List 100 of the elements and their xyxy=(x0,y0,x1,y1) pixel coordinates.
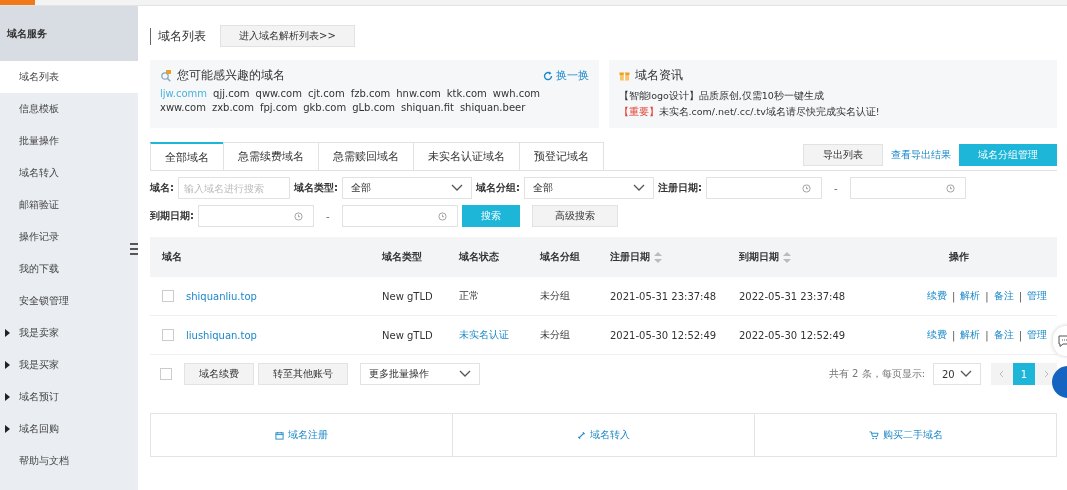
action-link[interactable]: 备注 xyxy=(993,328,1014,342)
batch-button[interactable]: 域名续费 xyxy=(184,363,254,385)
suggested-domain-link[interactable]: ktk.com xyxy=(446,88,487,99)
suggested-domain-link[interactable]: gkb.com xyxy=(303,102,347,113)
action-link[interactable]: 解析 xyxy=(960,328,981,342)
batch-select[interactable]: 更多批量操作 xyxy=(360,363,480,385)
chevron-down-icon xyxy=(459,370,471,378)
link-icon xyxy=(577,430,586,440)
column-header[interactable]: 注册日期 xyxy=(610,250,662,264)
calendar-icon xyxy=(275,430,284,440)
sort-icon xyxy=(654,251,662,263)
clock-icon xyxy=(802,183,811,193)
sidebar-title: 域名服务 xyxy=(0,6,138,61)
column-header[interactable]: 到期日期 xyxy=(739,250,791,264)
action-link[interactable]: 续费 xyxy=(926,328,947,342)
suggested-domain-link[interactable]: shiquan.beer xyxy=(459,102,526,113)
suggested-domain-link[interactable]: hnw.com xyxy=(396,88,441,99)
triangle-right-icon xyxy=(5,361,11,369)
clock-icon xyxy=(437,211,447,221)
clock-icon xyxy=(945,183,955,193)
domain-search-field[interactable]: 输入域名进行搜索 xyxy=(178,177,290,199)
triangle-right-icon xyxy=(5,329,11,337)
suggested-domain-link[interactable]: fzb.com xyxy=(350,88,391,99)
domain-link[interactable]: liushiquan.top xyxy=(186,329,257,341)
table-cell: 2022-05-30 12:52:49 xyxy=(739,329,846,341)
table-cell: New gTLD xyxy=(382,329,433,341)
suggested-domain-link[interactable]: zxb.com xyxy=(211,102,254,113)
date-field[interactable] xyxy=(341,205,458,227)
shortcut-link[interactable]: 域名转入 xyxy=(453,414,755,456)
sidebar-item[interactable]: 域名转入 xyxy=(0,157,138,189)
range-dash: - xyxy=(834,182,838,194)
sidebar-item[interactable]: 我的下载 xyxy=(0,253,138,285)
range-dash: - xyxy=(326,210,330,222)
separator: | xyxy=(985,329,989,341)
news-item[interactable]: 【重要】未实名.com/.net/.cc/.tv域名请尽快完成实名认证! xyxy=(618,104,1047,120)
batch-button[interactable]: 转至其他账号 xyxy=(258,363,348,385)
filter-label: 域名: xyxy=(150,181,174,195)
dns-list-button[interactable]: 进入域名解析列表>> xyxy=(220,25,355,47)
sidebar-item[interactable]: 批量操作 xyxy=(0,125,138,157)
news-item[interactable]: 【智能logo设计】品质原创,仅需10秒一键生成 xyxy=(618,88,1047,104)
date-field[interactable] xyxy=(706,177,822,199)
chevron-down-icon xyxy=(960,370,972,378)
tab[interactable]: 预登记域名 xyxy=(519,142,604,170)
tab[interactable]: 全部域名 xyxy=(150,142,224,170)
gift-icon xyxy=(618,70,630,81)
date-field[interactable] xyxy=(198,205,314,227)
action-link[interactable]: 续费 xyxy=(926,289,947,303)
sidebar-item[interactable]: 信息模板 xyxy=(0,93,138,125)
action-link[interactable]: 解析 xyxy=(960,289,981,303)
page-title: 域名列表 xyxy=(150,27,206,45)
sidebar-item[interactable]: 域名预订 xyxy=(0,381,138,413)
export-button[interactable]: 导出列表 xyxy=(803,144,883,166)
action-link[interactable]: 备注 xyxy=(993,289,1014,303)
filter-select[interactable]: 全部 xyxy=(524,177,654,199)
row-checkbox[interactable] xyxy=(162,290,174,302)
suggested-domain-link[interactable]: shiquan.fit xyxy=(401,102,454,113)
sidebar-item[interactable]: 域名回购 xyxy=(0,413,138,445)
suggested-domain-link[interactable]: wwh.com xyxy=(492,88,541,99)
card-title: 您可能感兴趣的域名 xyxy=(177,68,285,83)
column-header: 域名状态 xyxy=(459,250,499,264)
table-cell: 未分组 xyxy=(540,289,570,303)
suggested-domain-link[interactable]: qww.com xyxy=(255,88,302,99)
action-link[interactable]: 管理 xyxy=(1027,328,1047,342)
refresh-link[interactable]: 换一换 xyxy=(542,68,589,83)
separator: | xyxy=(951,329,956,341)
advanced-search-button[interactable]: 高级搜索 xyxy=(531,205,618,227)
separator: | xyxy=(951,290,956,302)
domain-link[interactable]: shiquanliu.top xyxy=(186,290,257,302)
shortcut-link[interactable]: 购买二手域名 xyxy=(755,414,1056,456)
sidebar-item[interactable]: 邮箱验证 xyxy=(0,189,138,221)
date-field[interactable] xyxy=(849,177,966,199)
sidebar-item[interactable]: 安全锁管理 xyxy=(0,285,138,317)
top-bar-accent xyxy=(0,0,35,5)
triangle-right-icon xyxy=(5,425,11,433)
separator: | xyxy=(1018,290,1022,302)
select-all-checkbox[interactable] xyxy=(160,368,172,380)
cart-icon xyxy=(868,430,879,440)
clock-icon xyxy=(294,211,303,221)
row-checkbox[interactable] xyxy=(162,329,174,341)
action-link[interactable]: 管理 xyxy=(1027,289,1047,303)
suggested-domain-link[interactable]: xww.com xyxy=(160,102,206,113)
suggested-domain-link[interactable]: fpj.com xyxy=(259,102,298,113)
collapse-handle-icon[interactable] xyxy=(130,242,138,256)
sidebar-item[interactable]: 我是买家 xyxy=(0,349,138,381)
suggested-domain-link[interactable]: gLb.com xyxy=(352,102,395,113)
status-link[interactable]: 未实名认证 xyxy=(459,328,509,342)
sidebar-item[interactable]: 帮助与文档 xyxy=(0,445,138,477)
shortcut-link[interactable]: 域名注册 xyxy=(151,414,453,456)
sidebar-item[interactable]: 我是卖家 xyxy=(0,317,138,349)
chevron-down-icon xyxy=(633,184,645,192)
suggested-domain-link[interactable]: cjt.com xyxy=(307,88,345,99)
column-header: 域名分组 xyxy=(540,250,580,264)
export-results-link[interactable]: 查看导出结果 xyxy=(891,148,951,162)
sidebar-item[interactable]: 域名列表 xyxy=(0,61,138,93)
filter-select[interactable]: 全部 xyxy=(342,177,472,199)
table-cell: 未分组 xyxy=(540,328,570,342)
suggested-domain-link[interactable]: qjj.com xyxy=(213,88,250,99)
page-size-select[interactable]: 20 xyxy=(933,363,981,385)
column-header: 域名类型 xyxy=(382,250,422,264)
sidebar-item[interactable]: 操作记录 xyxy=(0,221,138,253)
